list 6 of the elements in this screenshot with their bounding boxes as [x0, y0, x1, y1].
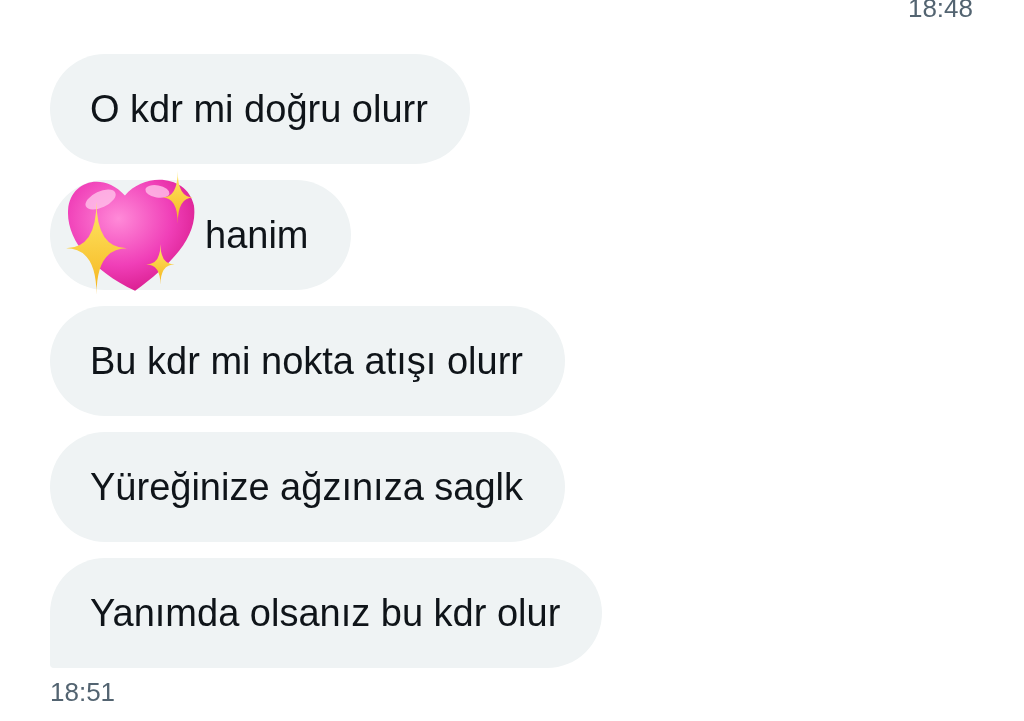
message-bubble: O kdr mi doğru olurr: [50, 54, 470, 164]
timestamp: 18:51: [50, 678, 116, 706]
message-bubble: Yüreğinize ağzınıza saglk: [50, 432, 566, 542]
message-text: hanim: [205, 213, 309, 257]
message-bubble: Yanımda olsanız bu kdr olur: [50, 558, 603, 668]
message-bubble: Bu kdr mi nokta atışı olurr: [50, 306, 565, 416]
